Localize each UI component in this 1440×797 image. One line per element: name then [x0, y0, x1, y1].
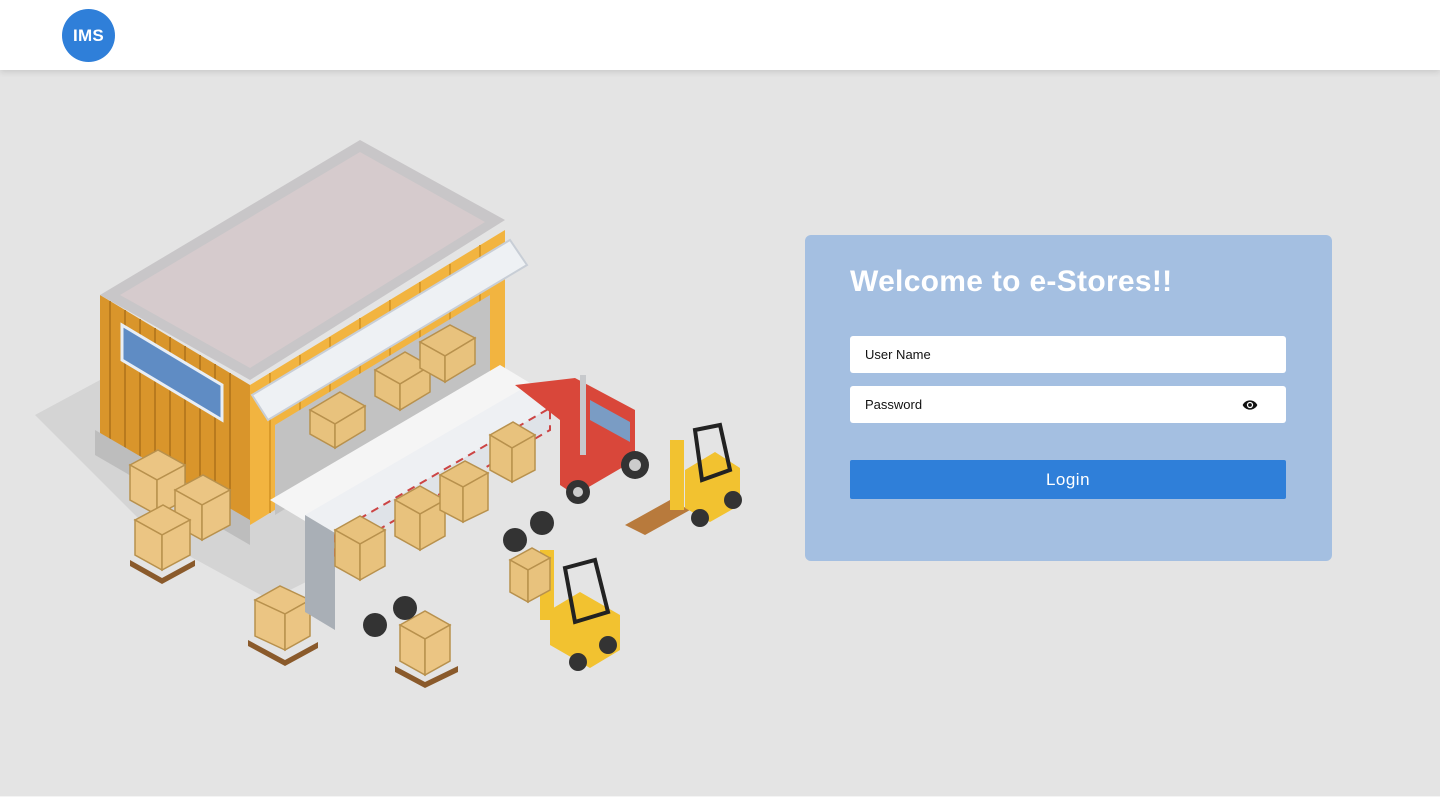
top-header-bar: IMS	[0, 0, 1440, 70]
username-input[interactable]	[865, 347, 1286, 362]
password-field[interactable]	[850, 386, 1286, 423]
forklift-bottom	[508, 547, 620, 671]
eye-icon[interactable]	[1242, 397, 1258, 413]
ims-logo[interactable]: IMS	[62, 9, 115, 62]
password-input[interactable]	[865, 397, 1286, 412]
login-button[interactable]: Login	[850, 460, 1286, 499]
forklift-right	[625, 422, 742, 535]
warehouse-illustration	[35, 140, 742, 688]
username-field[interactable]	[850, 336, 1286, 373]
login-panel: Welcome to e-Stores!! Login	[805, 235, 1332, 561]
welcome-title: Welcome to e-Stores!!	[850, 265, 1173, 298]
